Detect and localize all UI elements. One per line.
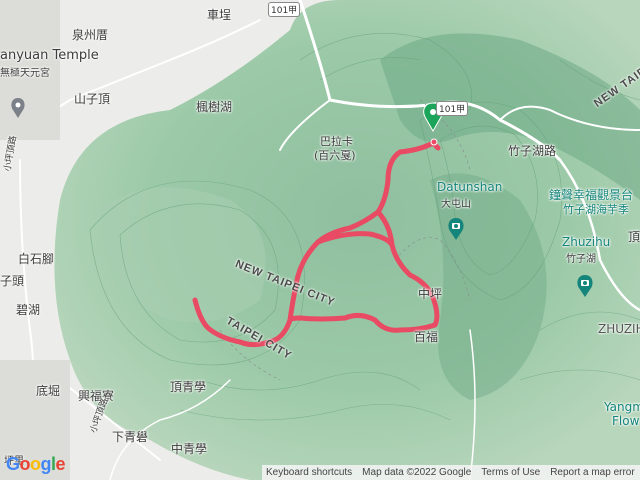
place-label-zhuzihu-sea: 竹子湖海芋季 xyxy=(563,203,629,216)
place-label-biyhu: 碧湖 xyxy=(16,303,41,317)
place-label-temple-zh: 無極天元宮 xyxy=(0,68,50,79)
place-label-zhuzih-right: ZHUZIH xyxy=(598,322,640,336)
place-label-shanzitou: 子頭 xyxy=(0,274,25,288)
google-logo: Google xyxy=(6,454,66,474)
place-label-baifu: 百福 xyxy=(414,330,439,344)
map-data-text: Map data ©2022 Google xyxy=(362,467,472,478)
place-label-temple-en: anyuan Temple xyxy=(0,48,99,63)
place-label-zhuzihu-zh: 竹子湖 xyxy=(566,254,596,265)
place-label-zhuzihu-en: Zhuzihu xyxy=(562,235,611,249)
place-label-zhongping: 中坪 xyxy=(418,287,443,301)
place-label-xiaqingxue: 下青礐 xyxy=(112,430,149,444)
place-label-fengshuhu: 楓樹湖 xyxy=(196,100,233,114)
place-label-shanziding: 山子頂 xyxy=(74,92,111,106)
place-label-yangm: Yangm xyxy=(604,400,640,414)
place-label-zhongqingxue: 中青學 xyxy=(171,442,208,456)
road-badge-101a: 101甲 xyxy=(268,2,301,17)
place-label-balaka2: (百六戛) xyxy=(314,149,356,162)
place-label-flow: Flow xyxy=(612,414,640,428)
place-label-ding-right: 頂 xyxy=(628,230,640,244)
place-label-quanzhou: 泉州厝 xyxy=(72,28,109,42)
road-label-zhuzihu: 竹子湖路 xyxy=(508,144,557,158)
terms-link[interactable]: Terms of Use xyxy=(481,467,540,478)
place-label-datunshan-zh: 大屯山 xyxy=(441,199,471,210)
place-label-datunshan-en: Datunshan xyxy=(437,180,503,194)
place-label-chepi: 車埕 xyxy=(207,8,232,22)
map-footer: Keyboard shortcuts Map data ©2022 Google… xyxy=(262,465,640,480)
place-label-dingqingxue: 頂青學 xyxy=(170,380,207,394)
road-badge-101a-mid: 101甲 xyxy=(436,101,469,116)
report-error-link[interactable]: Report a map error xyxy=(550,467,634,478)
place-label-digu: 底堀 xyxy=(36,384,61,398)
place-label-baishijiao: 白石腳 xyxy=(18,252,55,266)
keyboard-shortcuts-link[interactable]: Keyboard shortcuts xyxy=(266,467,352,478)
